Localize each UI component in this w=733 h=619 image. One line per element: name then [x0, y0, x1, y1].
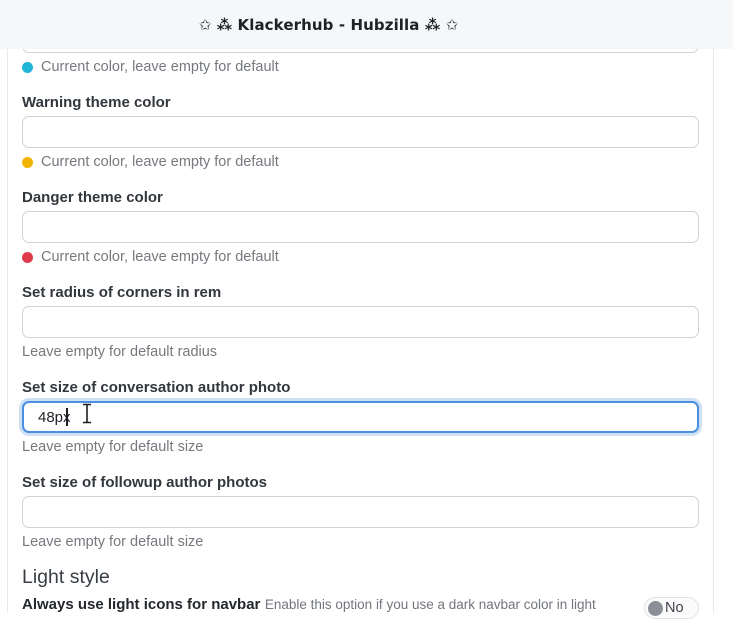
- section-heading-light-style: Light style: [22, 564, 699, 590]
- corner-radius-help: Leave empty for default radius: [22, 344, 699, 360]
- field-followup-photo-size: [22, 496, 699, 528]
- help-text: Leave empty for default radius: [22, 344, 217, 360]
- help-text: Current color, leave empty for default: [41, 59, 279, 75]
- light-icons-label: Always use light icons for navbar: [22, 596, 260, 613]
- settings-form: Current color, leave empty for default W…: [8, 21, 713, 619]
- help-text: Current color, leave empty for default: [41, 154, 279, 170]
- warning-color-label: Warning theme color: [22, 94, 699, 112]
- info-color-help: Current color, leave empty for default: [22, 59, 699, 75]
- followup-photo-size-help: Leave empty for default size: [22, 534, 699, 550]
- toggle-value-label: No: [665, 600, 684, 616]
- page-header: ✩ ⁂ Klackerhub - Hubzilla ⁂ ✩: [0, 0, 733, 49]
- light-icons-toggle[interactable]: No: [644, 597, 699, 619]
- danger-color-label: Danger theme color: [22, 189, 699, 207]
- settings-panel: Current color, leave empty for default W…: [7, 49, 714, 613]
- danger-color-dot: [22, 252, 33, 263]
- danger-color-help: Current color, leave empty for default: [22, 249, 699, 265]
- page-title: ✩ ⁂ Klackerhub - Hubzilla ⁂ ✩: [199, 16, 459, 34]
- conversation-photo-size-label: Set size of conversation author photo: [22, 379, 699, 397]
- light-icons-description: Enable this option if you use a dark nav…: [265, 597, 596, 612]
- text-caret: [66, 408, 68, 426]
- corner-radius-label: Set radius of corners in rem: [22, 284, 699, 302]
- danger-theme-color-input[interactable]: [22, 211, 699, 243]
- help-text: Leave empty for default size: [22, 534, 203, 550]
- conversation-photo-size-help: Leave empty for default size: [22, 439, 699, 455]
- corner-radius-input[interactable]: [22, 306, 699, 338]
- toggle-knob-icon: [648, 601, 663, 616]
- warning-theme-color-input[interactable]: [22, 116, 699, 148]
- help-text: Leave empty for default size: [22, 439, 203, 455]
- conversation-photo-size-input[interactable]: [22, 401, 699, 433]
- field-warning-color: [22, 116, 699, 148]
- info-color-dot: [22, 62, 33, 73]
- followup-photo-size-label: Set size of followup author photos: [22, 474, 699, 492]
- warning-color-dot: [22, 157, 33, 168]
- field-corner-radius: [22, 306, 699, 338]
- followup-photo-size-input[interactable]: [22, 496, 699, 528]
- warning-color-help: Current color, leave empty for default: [22, 154, 699, 170]
- light-icons-setting-row: Always use light icons for navbar Enable…: [22, 595, 699, 619]
- field-conversation-photo-size: [22, 401, 699, 433]
- help-text: Current color, leave empty for default: [41, 249, 279, 265]
- field-danger-color: [22, 211, 699, 243]
- light-icons-text: Always use light icons for navbar Enable…: [22, 595, 632, 614]
